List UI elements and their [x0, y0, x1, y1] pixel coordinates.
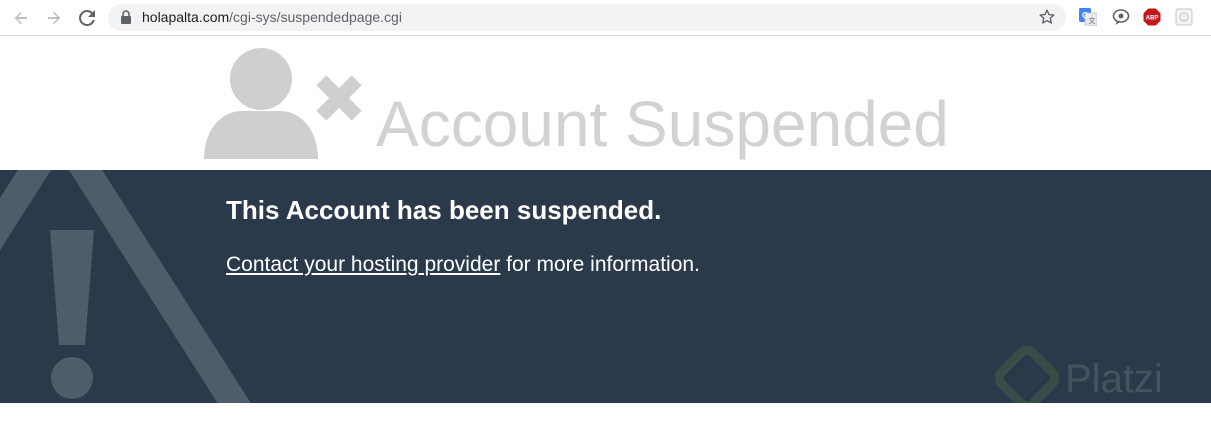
speech-bubble-icon: [1112, 9, 1130, 25]
platzi-watermark-icon: Platzi: [995, 345, 1163, 403]
page-title: Account Suspended: [376, 88, 949, 160]
svg-text:G: G: [1082, 11, 1088, 20]
star-icon[interactable]: [1038, 8, 1056, 26]
adblock-label: ABP: [1146, 16, 1159, 22]
url-host: holapalta.com: [142, 9, 230, 25]
back-arrow-icon: [14, 11, 27, 25]
watermark-text: Platzi: [1065, 357, 1163, 401]
contact-message-suffix: for more information.: [500, 253, 700, 276]
suspension-headline: This Account has been suspended.: [226, 195, 662, 225]
google-translate-icon: G 文: [1079, 8, 1097, 26]
reload-icon: [79, 10, 95, 26]
contact-hosting-link[interactable]: Contact your hosting provider: [226, 253, 500, 276]
speech-extension-button[interactable]: [1112, 8, 1130, 26]
translate-extension-button[interactable]: G 文: [1079, 8, 1097, 26]
back-button[interactable]: [9, 6, 33, 30]
extension-icon: [1175, 8, 1193, 26]
page-header: Account Suspended: [0, 37, 1211, 170]
forward-button[interactable]: [42, 6, 66, 30]
lock-icon: [121, 10, 131, 24]
forward-arrow-icon: [48, 11, 61, 25]
svg-text:文: 文: [1089, 16, 1096, 25]
browser-toolbar: holapalta.com/cgi-sys/suspendedpage.cgi …: [0, 0, 1211, 36]
adblock-plus-icon: ABP: [1143, 8, 1161, 26]
reload-button[interactable]: [75, 6, 99, 30]
address-bar[interactable]: holapalta.com/cgi-sys/suspendedpage.cgi: [108, 4, 1066, 31]
user-remove-icon: [204, 48, 362, 159]
suspension-notice: Platzi This Account has been suspended. …: [0, 170, 1211, 403]
contact-message: Contact your hosting provider for more i…: [226, 252, 700, 278]
url-text: holapalta.com/cgi-sys/suspendedpage.cgi: [142, 9, 402, 26]
extra-extension-button[interactable]: [1175, 8, 1193, 26]
url-path: /cgi-sys/suspendedpage.cgi: [229, 9, 402, 25]
page-footer-space: [0, 403, 1211, 422]
adblock-extension-button[interactable]: ABP: [1143, 8, 1161, 26]
